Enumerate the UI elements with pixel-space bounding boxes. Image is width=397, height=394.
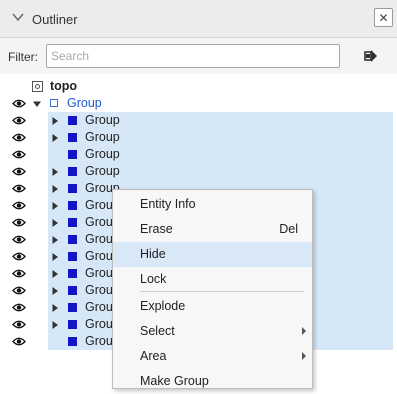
component-icon	[68, 184, 77, 193]
component-icon	[68, 218, 77, 227]
component-icon	[68, 150, 77, 159]
eye-icon[interactable]	[12, 183, 26, 194]
eye-icon[interactable]	[12, 217, 26, 228]
menu-item-lock[interactable]: Lock	[113, 267, 312, 292]
component-icon	[68, 133, 77, 142]
collapsed-arrow-icon[interactable]	[51, 219, 59, 227]
eye-icon[interactable]	[12, 200, 26, 211]
tree-item-label: Group	[85, 147, 120, 161]
tree-item-label: Group	[85, 164, 120, 178]
close-icon: ✕	[378, 10, 389, 25]
eye-icon[interactable]	[12, 166, 26, 177]
eye-icon[interactable]	[12, 319, 26, 330]
eye-icon[interactable]	[12, 302, 26, 313]
tree-item-label: Group	[85, 130, 120, 144]
model-icon	[32, 81, 43, 92]
collapsed-arrow-icon[interactable]	[51, 236, 59, 244]
menu-item-shortcut: Del	[279, 222, 298, 236]
component-icon	[68, 116, 77, 125]
menu-item-erase[interactable]: Erase Del	[113, 217, 312, 242]
collapsed-arrow-icon[interactable]	[51, 117, 59, 125]
menu-item-make-group[interactable]: Make Group	[113, 369, 312, 394]
menu-item-select[interactable]: Select	[113, 319, 312, 344]
tree-item-label: Group	[85, 113, 120, 127]
component-icon	[68, 269, 77, 278]
component-icon	[68, 235, 77, 244]
details-arrow-icon[interactable]	[362, 47, 380, 65]
filter-bar: Filter:	[0, 38, 397, 74]
component-icon	[68, 337, 77, 346]
collapsed-arrow-icon[interactable]	[51, 202, 59, 210]
tree-row[interactable]: Group	[0, 163, 397, 180]
menu-item-explode[interactable]: Explode	[113, 294, 312, 319]
component-icon	[68, 167, 77, 176]
submenu-arrow-icon	[302, 327, 306, 335]
collapsed-arrow-icon[interactable]	[51, 304, 59, 312]
tree-row[interactable]: Group	[0, 112, 397, 129]
group-label: Group	[67, 96, 102, 110]
menu-item-label: Entity Info	[140, 197, 196, 211]
component-icon	[68, 286, 77, 295]
collapsed-arrow-icon[interactable]	[51, 168, 59, 176]
menu-item-label: Make Group	[140, 374, 209, 388]
menu-item-label: Lock	[140, 272, 167, 286]
collapsed-arrow-icon[interactable]	[51, 287, 59, 295]
filter-label: Filter:	[8, 50, 38, 64]
submenu-arrow-icon	[302, 352, 306, 360]
menu-separator	[140, 291, 304, 292]
panel-title: Outliner	[32, 12, 78, 27]
collapsed-arrow-icon[interactable]	[51, 185, 59, 193]
eye-icon[interactable]	[12, 234, 26, 245]
eye-icon[interactable]	[12, 149, 26, 160]
root-label: topo	[50, 79, 78, 93]
menu-item-label: Area	[140, 349, 167, 363]
menu-item-area[interactable]: Area	[113, 344, 312, 369]
component-icon	[68, 201, 77, 210]
component-icon	[68, 303, 77, 312]
chevron-down-icon[interactable]	[11, 10, 25, 24]
menu-item-label: Select	[140, 324, 175, 338]
expanded-arrow-icon[interactable]	[33, 100, 41, 108]
component-icon	[68, 252, 77, 261]
eye-icon[interactable]	[12, 336, 26, 347]
eye-icon[interactable]	[12, 268, 26, 279]
eye-icon[interactable]	[12, 285, 26, 296]
component-icon	[68, 320, 77, 329]
group-icon	[50, 99, 58, 107]
tree-row-group[interactable]: Group	[0, 95, 397, 112]
eye-icon[interactable]	[12, 115, 26, 126]
context-menu: Entity Info Erase Del Hide Lock Explode …	[112, 189, 313, 389]
eye-icon[interactable]	[12, 251, 26, 262]
tree-row[interactable]: Group	[0, 129, 397, 146]
menu-item-label: Hide	[140, 247, 166, 261]
menu-item-hide[interactable]: Hide	[113, 242, 312, 267]
collapsed-arrow-icon[interactable]	[51, 253, 59, 261]
tree-row[interactable]: Group	[0, 146, 397, 163]
search-input[interactable]	[46, 44, 340, 68]
collapsed-arrow-icon[interactable]	[51, 270, 59, 278]
menu-item-entity-info[interactable]: Entity Info	[113, 192, 312, 217]
eye-icon[interactable]	[12, 132, 26, 143]
menu-item-label: Explode	[140, 299, 186, 313]
outliner-titlebar: Outliner ✕	[0, 0, 397, 38]
collapsed-arrow-icon[interactable]	[51, 321, 59, 329]
eye-icon[interactable]	[12, 98, 26, 109]
tree-row-root[interactable]: topo	[0, 78, 397, 95]
close-button[interactable]: ✕	[374, 8, 393, 27]
collapsed-arrow-icon[interactable]	[51, 134, 59, 142]
menu-item-label: Erase	[140, 222, 173, 236]
